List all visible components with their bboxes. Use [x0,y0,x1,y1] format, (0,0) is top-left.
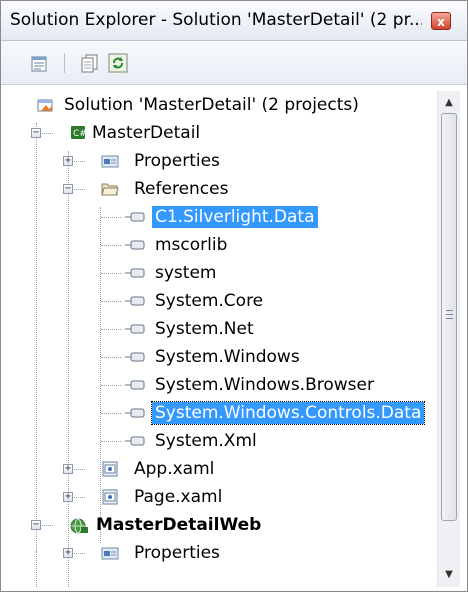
reference-icon [125,265,145,281]
tree-item-reference[interactable]: System.Windows.Browser [9,371,431,399]
solution-icon [37,97,55,113]
tree-item-label: System.Windows.Browser [155,375,374,395]
tree-item-label: Properties [134,543,220,563]
collapse-toggle[interactable]: − [63,184,73,194]
tree-item-label: System.Net [155,319,254,339]
tree-item-label: System.Windows [155,347,300,367]
reference-icon [125,377,145,393]
show-all-files-icon[interactable] [79,52,101,74]
tree-item-label: Page.xaml [134,487,223,507]
reference-icon [125,321,145,337]
expand-toggle[interactable]: + [63,464,73,474]
tree-item-label: system [155,263,217,283]
tree-item-label: System.Xml [155,431,257,451]
title-bar[interactable]: Solution Explorer - Solution 'MasterDeta… [1,1,467,41]
tree-item-reference[interactable]: System.Windows [9,343,431,371]
tree-item-label: MasterDetail [92,123,201,143]
tree-item-reference[interactable]: System.Net [9,315,431,343]
scroll-up-icon[interactable]: ▲ [438,93,460,113]
folder-open-icon [101,181,119,197]
tree-item-label: Properties [134,151,220,171]
tree-item-reference[interactable]: System.Core [9,287,431,315]
toolbar [1,41,467,85]
expand-toggle[interactable]: + [63,156,73,166]
tree-item-label: System.Windows.Controls.Data [150,401,426,425]
expand-toggle[interactable]: + [63,492,73,502]
tree-item-reference[interactable]: System.Xml [9,427,431,455]
tree-item-reference[interactable]: system [9,259,431,287]
tree-item-page-xaml[interactable]: + Page.xaml [9,483,431,511]
expand-toggle[interactable]: + [63,548,73,558]
tree-item-project-masterdetailweb[interactable]: − MasterDetailWeb [9,511,431,539]
tree-item-project-masterdetail[interactable]: − C# MasterDetail [9,119,431,147]
tree-item-reference[interactable]: C1.Silverlight.Data [9,203,431,231]
reference-icon [125,237,145,253]
tree-item-label: mscorlib [155,235,228,255]
xaml-file-icon [101,461,119,477]
csharp-project-icon: C# [69,125,87,141]
reference-icon [125,405,145,421]
tree-item-app-xaml[interactable]: + App.xaml [9,455,431,483]
scroll-down-icon[interactable]: ▼ [438,565,460,585]
tree-item-label: References [134,179,229,199]
collapse-toggle[interactable]: − [31,128,41,138]
window-title: Solution Explorer - Solution 'MasterDeta… [10,10,422,30]
reference-icon [125,433,145,449]
tree-item-reference[interactable]: mscorlib [9,231,431,259]
tree-item-label: Solution 'MasterDetail' (2 projects) [64,95,359,115]
collapse-toggle[interactable]: − [31,520,41,530]
close-button[interactable]: x [431,12,451,30]
tree-item-properties[interactable]: + Properties [9,147,431,175]
properties-icon[interactable] [29,52,51,74]
tree-item-label: App.xaml [134,459,215,479]
properties-folder-icon [101,545,119,561]
tree-item-label: System.Core [155,291,264,311]
tree-item-references[interactable]: − References [9,175,431,203]
properties-folder-icon [101,153,119,169]
svg-text:C#: C# [73,129,87,139]
reference-icon [125,209,145,225]
reference-icon [125,349,145,365]
web-project-icon [69,517,88,534]
solution-explorer-window: Solution Explorer - Solution 'MasterDeta… [0,0,468,592]
tree-item-label: MasterDetailWeb [96,515,262,535]
tree-item-label: C1.Silverlight.Data [152,206,318,228]
solution-tree: Solution 'MasterDetail' (2 projects) − C… [9,91,431,587]
tree-item-solution[interactable]: Solution 'MasterDetail' (2 projects) [9,91,431,119]
tree-item-properties-web[interactable]: + Properties [9,539,431,567]
reference-icon [125,293,145,309]
xaml-file-icon [101,489,119,505]
refresh-icon[interactable] [107,52,129,74]
tree-item-reference[interactable]: System.Windows.Controls.Data [9,399,431,427]
vertical-scrollbar[interactable]: ▲ ▼ [437,91,460,587]
scroll-thumb[interactable] [441,113,457,521]
